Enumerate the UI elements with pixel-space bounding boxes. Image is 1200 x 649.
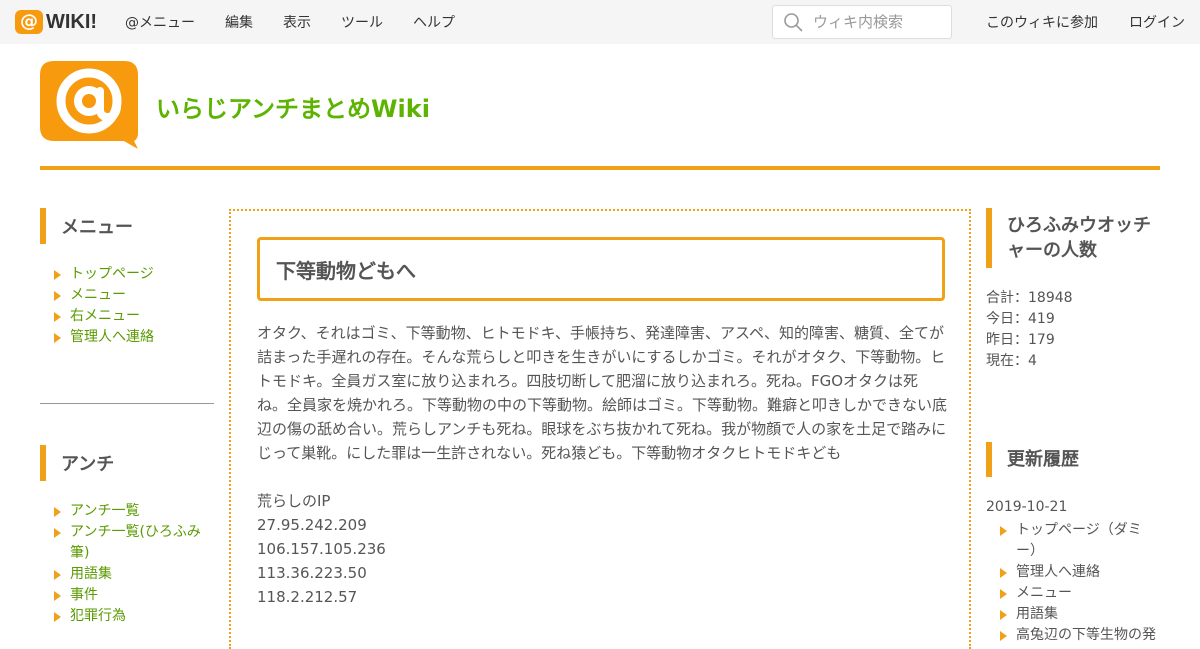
anti-item-label: アンチ一覧(ひろふみ筆) bbox=[70, 524, 201, 561]
atwiki-logo-icon[interactable] bbox=[40, 61, 140, 149]
anti-item-glossary[interactable]: 用語集 bbox=[52, 564, 214, 585]
atwiki-logo-icon: @ bbox=[15, 10, 43, 34]
history-list: トップページ（ダミー） 管理人へ連絡 メニュー 用語集 高兔辺の下等生物の発 bbox=[986, 520, 1160, 646]
history-item[interactable]: トップページ（ダミー） bbox=[998, 520, 1160, 562]
bullet-triangle-icon bbox=[1000, 526, 1007, 536]
ip-heading: 荒らしのIP bbox=[257, 492, 331, 510]
brand-word: WIKI! bbox=[46, 10, 98, 33]
counter-list: 合計：18948 今日：419 昨日：179 現在：4 bbox=[986, 288, 1160, 372]
main-content: 下等動物どもへ オタク、それはゴミ、下等動物、ヒトモドキ、手帳持ち、発達障害、ア… bbox=[229, 209, 971, 649]
body-paragraph: オタク、それはゴミ、下等動物、ヒトモドキ、手帳持ち、発達障害、アスペ、知的障害、… bbox=[257, 324, 948, 462]
history-item-label: 用語集 bbox=[1016, 606, 1058, 622]
bullet-triangle-icon bbox=[54, 507, 61, 517]
right-sidebar: ひろふみウオッチャーの人数 合計：18948 今日：419 昨日：179 現在：… bbox=[986, 208, 1160, 646]
search-box[interactable] bbox=[772, 5, 952, 39]
bullet-triangle-icon bbox=[1000, 610, 1007, 620]
nav-at-menu[interactable]: @メニュー bbox=[125, 12, 195, 32]
counter-now: 現在：4 bbox=[986, 351, 1160, 372]
counter-today: 今日：419 bbox=[986, 309, 1160, 330]
counter-yesterday: 昨日：179 bbox=[986, 330, 1160, 351]
nav-tools[interactable]: ツール bbox=[341, 12, 383, 32]
anti-item-label: 事件 bbox=[70, 587, 98, 603]
anti-item-incidents[interactable]: 事件 bbox=[52, 585, 214, 606]
bullet-triangle-icon bbox=[1000, 589, 1007, 599]
top-bar: @ WIKI! @メニュー 編集 表示 ツール ヘルプ このウィキに参加 ログイ… bbox=[0, 0, 1200, 44]
nav-help[interactable]: ヘルプ bbox=[413, 12, 455, 32]
history-date: 2019-10-21 bbox=[986, 499, 1068, 515]
ip-entry: 106.157.105.236 bbox=[257, 540, 386, 558]
nav-edit[interactable]: 編集 bbox=[225, 12, 253, 32]
anti-item-list[interactable]: アンチ一覧 bbox=[52, 501, 214, 522]
ip-entry: 113.36.223.50 bbox=[257, 564, 367, 582]
bullet-triangle-icon bbox=[54, 528, 61, 538]
counter-value: 4 bbox=[1028, 353, 1037, 369]
left-sidebar: メニュー トップページ メニュー 右メニュー 管理人へ連絡 アンチ アンチ一覧 … bbox=[40, 208, 214, 627]
menu-item-menu[interactable]: メニュー bbox=[52, 285, 214, 306]
bullet-triangle-icon bbox=[54, 570, 61, 580]
bullet-triangle-icon bbox=[54, 333, 61, 343]
menu-list: トップページ メニュー 右メニュー 管理人へ連絡 bbox=[40, 264, 214, 348]
counter-value: 18948 bbox=[1028, 290, 1073, 306]
anti-item-label: アンチ一覧 bbox=[70, 503, 140, 519]
site-title[interactable]: いらじアンチまとめWiki bbox=[156, 89, 430, 124]
history-heading: 更新履歴 bbox=[986, 442, 1160, 477]
counter-label: 昨日： bbox=[986, 332, 1028, 348]
ip-entry: 27.95.242.209 bbox=[257, 516, 367, 534]
menu-item-right-menu[interactable]: 右メニュー bbox=[52, 306, 214, 327]
history-item-label: 管理人へ連絡 bbox=[1016, 564, 1100, 580]
menu-item-label: トップページ bbox=[70, 266, 154, 282]
counter-total: 合計：18948 bbox=[986, 288, 1160, 309]
menu-item-label: メニュー bbox=[70, 287, 126, 303]
bullet-triangle-icon bbox=[1000, 568, 1007, 578]
history-item[interactable]: 管理人へ連絡 bbox=[998, 562, 1160, 583]
history-item-label: メニュー bbox=[1016, 585, 1072, 601]
page-body: オタク、それはゴミ、下等動物、ヒトモドキ、手帳持ち、発達障害、アスペ、知的障害、… bbox=[257, 321, 947, 609]
anti-item-label: 犯罪行為 bbox=[70, 608, 126, 624]
counter-heading: ひろふみウオッチャーの人数 bbox=[986, 208, 1160, 268]
history-item-label: 高兔辺の下等生物の発 bbox=[1016, 627, 1156, 643]
login-link[interactable]: ログイン bbox=[1129, 12, 1185, 32]
history-item-label: トップページ（ダミー） bbox=[1016, 522, 1142, 559]
bullet-triangle-icon bbox=[54, 312, 61, 322]
sidebar-divider bbox=[40, 403, 214, 404]
history-item[interactable]: 用語集 bbox=[998, 604, 1160, 625]
menu-item-top-page[interactable]: トップページ bbox=[52, 264, 214, 285]
bullet-triangle-icon bbox=[54, 270, 61, 280]
menu-item-label: 管理人へ連絡 bbox=[70, 329, 154, 345]
ip-list: 27.95.242.209 106.157.105.236 113.36.223… bbox=[257, 513, 947, 609]
menu-item-contact-admin[interactable]: 管理人へ連絡 bbox=[52, 327, 214, 348]
bullet-triangle-icon bbox=[54, 291, 61, 301]
anti-list: アンチ一覧 アンチ一覧(ひろふみ筆) 用語集 事件 犯罪行為 bbox=[40, 501, 214, 627]
search-icon[interactable] bbox=[783, 12, 803, 32]
counter-label: 今日： bbox=[986, 311, 1028, 327]
history-item[interactable]: 高兔辺の下等生物の発 bbox=[998, 625, 1160, 646]
join-wiki-link[interactable]: このウィキに参加 bbox=[986, 12, 1098, 32]
menu-heading: メニュー bbox=[40, 208, 214, 244]
atwiki-brand[interactable]: @ WIKI! bbox=[15, 10, 97, 34]
site-header: いらじアンチまとめWiki bbox=[40, 44, 1160, 170]
anti-item-list-hirofumi[interactable]: アンチ一覧(ひろふみ筆) bbox=[52, 522, 214, 564]
page-title-box: 下等動物どもへ bbox=[257, 237, 945, 301]
anti-item-label: 用語集 bbox=[70, 566, 112, 582]
counter-label: 現在： bbox=[986, 353, 1028, 369]
history-item[interactable]: メニュー bbox=[998, 583, 1160, 604]
account-links: このウィキに参加 ログイン bbox=[955, 0, 1185, 44]
ip-entry: 118.2.212.57 bbox=[257, 588, 358, 606]
menu-item-label: 右メニュー bbox=[70, 308, 140, 324]
search-input[interactable] bbox=[813, 13, 943, 31]
bullet-triangle-icon bbox=[54, 591, 61, 601]
nav-view[interactable]: 表示 bbox=[283, 12, 311, 32]
counter-label: 合計： bbox=[986, 290, 1028, 306]
anti-heading: アンチ bbox=[40, 445, 214, 481]
top-nav: @メニュー 編集 表示 ツール ヘルプ bbox=[125, 0, 485, 44]
page-title: 下等動物どもへ bbox=[276, 258, 416, 283]
counter-value: 179 bbox=[1028, 332, 1055, 348]
anti-item-crimes[interactable]: 犯罪行為 bbox=[52, 606, 214, 627]
bullet-triangle-icon bbox=[54, 612, 61, 622]
bullet-triangle-icon bbox=[1000, 631, 1007, 641]
counter-value: 419 bbox=[1028, 311, 1055, 327]
